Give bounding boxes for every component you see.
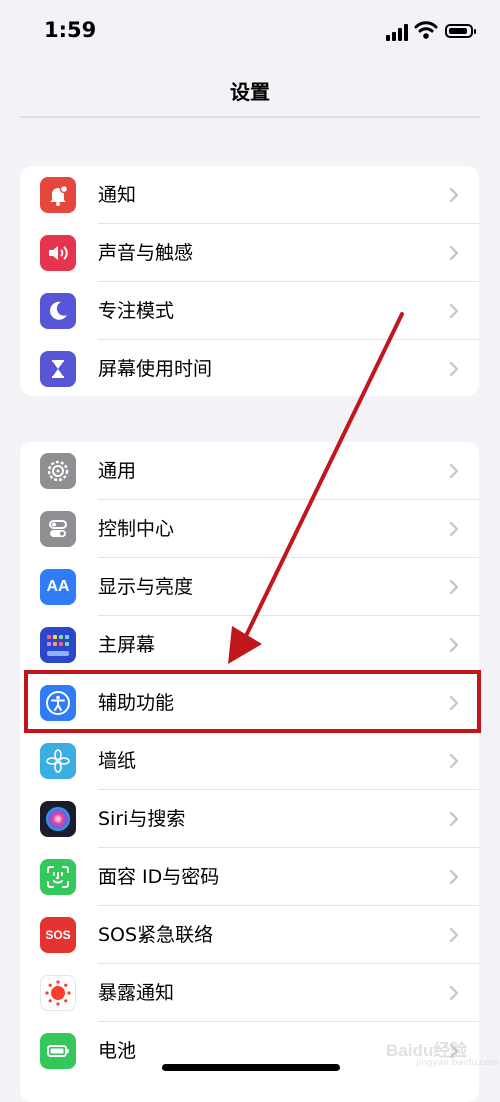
chevron-right-icon xyxy=(449,927,459,943)
hourglass-icon xyxy=(40,351,76,387)
settings-row-label: 电池 xyxy=(98,1040,137,1062)
sound-icon xyxy=(40,235,76,271)
cellular-signal-icon xyxy=(386,24,410,41)
settings-row-face-id[interactable]: 面容 ID与密码 xyxy=(20,848,479,906)
chevron-right-icon xyxy=(449,985,459,1001)
sos-icon: SOS xyxy=(40,917,76,953)
settings-row-notifications[interactable]: 通知 xyxy=(20,166,479,224)
settings-row-label: 面容 ID与密码 xyxy=(98,866,220,888)
settings-row-home-screen[interactable]: 主屏幕 xyxy=(20,616,479,674)
chevron-right-icon xyxy=(449,637,459,653)
chevron-right-icon xyxy=(449,579,459,595)
notifications-icon xyxy=(40,177,76,213)
moon-icon xyxy=(40,293,76,329)
status-time: 1:59 xyxy=(44,18,97,42)
nav-bar: 设置 xyxy=(0,62,500,118)
settings-row-label: 主屏幕 xyxy=(98,634,156,656)
settings-row-siri-search[interactable]: Siri与搜索 xyxy=(20,790,479,848)
flower-icon xyxy=(40,743,76,779)
gear-icon xyxy=(40,453,76,489)
battery-status-icon xyxy=(445,24,476,38)
watermark-subtext: jingyan.baidu.com xyxy=(416,1058,500,1068)
settings-group-1: 通知 声音与触感 专注模式 屏幕使用时间 xyxy=(20,166,479,396)
settings-row-label: 控制中心 xyxy=(98,518,175,540)
exposure-icon xyxy=(40,975,76,1011)
siri-icon xyxy=(40,801,76,837)
settings-row-control-center[interactable]: 控制中心 xyxy=(20,500,479,558)
settings-row-label: 暴露通知 xyxy=(98,982,175,1004)
settings-row-label: 显示与亮度 xyxy=(98,576,194,598)
chevron-right-icon xyxy=(449,245,459,261)
status-bar: 1:59 xyxy=(0,0,500,62)
settings-row-label: Siri与搜索 xyxy=(98,808,186,830)
chevron-right-icon xyxy=(449,753,459,769)
battery-icon xyxy=(40,1033,76,1069)
settings-group-2: 通用 控制中心 AA 显示与亮度 主屏幕 辅助功能 墙纸 Siri与搜索 面容 … xyxy=(20,442,479,1102)
aa-icon: AA xyxy=(40,569,76,605)
wifi-icon xyxy=(414,21,438,39)
chevron-right-icon xyxy=(449,811,459,827)
home-grid-icon xyxy=(40,627,76,663)
settings-row-sounds[interactable]: 声音与触感 xyxy=(20,224,479,282)
scroll-edge-divider xyxy=(20,116,480,118)
sos-icon-text: SOS xyxy=(45,928,71,942)
annotation-highlight-box xyxy=(24,670,481,733)
chevron-right-icon xyxy=(449,361,459,377)
chevron-right-icon xyxy=(449,463,459,479)
settings-row-label: 通用 xyxy=(98,460,137,482)
chevron-right-icon xyxy=(449,521,459,537)
settings-row-exposure-notifications[interactable]: 暴露通知 xyxy=(20,964,479,1022)
settings-row-label: 屏幕使用时间 xyxy=(98,358,213,380)
settings-row-screen-time[interactable]: 屏幕使用时间 xyxy=(20,340,479,396)
settings-row-general[interactable]: 通用 xyxy=(20,442,479,500)
aa-icon-text: AA xyxy=(46,578,70,595)
chevron-right-icon xyxy=(449,187,459,203)
settings-row-label: 墙纸 xyxy=(98,750,137,772)
settings-row-focus[interactable]: 专注模式 xyxy=(20,282,479,340)
chevron-right-icon xyxy=(449,869,459,885)
page-title: 设置 xyxy=(230,80,270,104)
settings-row-label: 声音与触感 xyxy=(98,242,194,264)
settings-row-display-brightness[interactable]: AA 显示与亮度 xyxy=(20,558,479,616)
toggles-icon xyxy=(40,511,76,547)
chevron-right-icon xyxy=(449,303,459,319)
baidu-watermark: Baidu经验 jingyan.baidu.com xyxy=(386,1030,500,1072)
settings-row-label: 通知 xyxy=(98,184,137,206)
home-indicator[interactable] xyxy=(162,1064,340,1071)
settings-row-label: 专注模式 xyxy=(98,300,175,322)
settings-row-wallpaper[interactable]: 墙纸 xyxy=(20,732,479,790)
face-id-icon xyxy=(40,859,76,895)
settings-row-emergency-sos[interactable]: SOS SOS紧急联络 xyxy=(20,906,479,964)
settings-row-label: SOS紧急联络 xyxy=(98,924,214,946)
